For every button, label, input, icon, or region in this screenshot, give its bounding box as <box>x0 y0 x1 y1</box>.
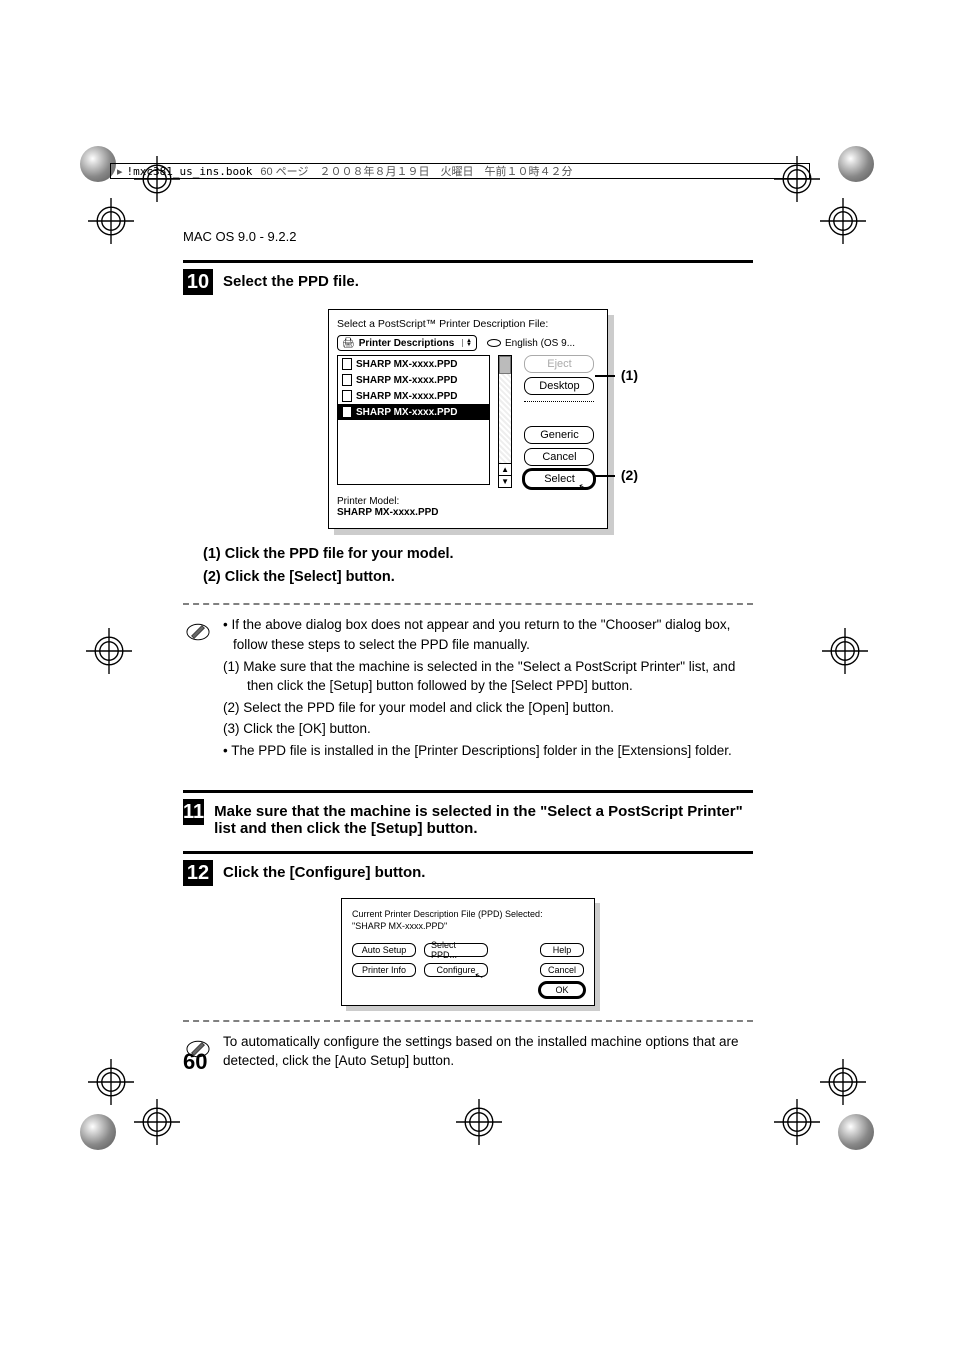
callout-2: (2) <box>621 467 638 483</box>
printer-model-value: SHARP MX-xxxx.PPD <box>337 507 439 518</box>
step-number-10: 10 <box>183 269 213 295</box>
registration-mark <box>88 198 134 244</box>
eject-button[interactable]: Eject <box>524 355 594 373</box>
note-body-2: To automatically configure the settings … <box>223 1032 753 1071</box>
header-filename: !mxc381_us_ins.book <box>127 165 253 178</box>
list-item[interactable]: SHARP MX-xxxx.PPD <box>338 388 489 404</box>
registration-mark <box>88 1059 134 1105</box>
cancel-button-2[interactable]: Cancel <box>540 963 584 977</box>
printer-model-label: Printer Model: <box>337 496 599 507</box>
page-number: 60 <box>183 1049 207 1075</box>
printer-info-button[interactable]: Printer Info <box>352 963 416 977</box>
help-button[interactable]: Help <box>540 943 584 957</box>
disk-name: English (OS 9... <box>505 338 575 349</box>
registration-mark <box>456 1099 502 1145</box>
configure-button[interactable]: Configure ↖ <box>424 963 488 977</box>
list-item-selected[interactable]: SHARP MX-xxxx.PPD <box>338 404 489 420</box>
cancel-button[interactable]: Cancel <box>524 448 594 466</box>
callout-1: (1) <box>621 367 638 383</box>
pencil-note-icon <box>185 619 211 645</box>
disk-icon <box>487 339 501 347</box>
header-meta: 60 ページ ２００８年８月１９日 火曜日 午前１０時４２分 <box>260 163 572 179</box>
document-icon <box>342 358 352 370</box>
divider <box>183 851 753 854</box>
divider-dots <box>524 401 594 402</box>
ppd-file-list[interactable]: SHARP MX-xxxx.PPD SHARP MX-xxxx.PPD SHAR… <box>337 355 490 485</box>
step-12-title: Click the [Configure] button. <box>223 860 425 881</box>
document-icon <box>342 374 352 386</box>
cursor-icon: ↖ <box>577 481 589 494</box>
corner-sphere <box>838 1114 874 1150</box>
scroll-up-icon[interactable]: ▲ <box>499 463 511 475</box>
generic-button[interactable]: Generic <box>524 426 594 444</box>
list-item[interactable]: SHARP MX-xxxx.PPD <box>338 356 489 372</box>
printer-icon: 🖨 <box>342 338 355 349</box>
ok-button[interactable]: OK <box>540 983 584 997</box>
registration-mark <box>820 1059 866 1105</box>
folder-dropdown[interactable]: 🖨 Printer Descriptions ▲▼ <box>337 335 477 351</box>
substep-2: (2) Click the [Select] button. <box>203 566 753 589</box>
page-header-bar: ▸ !mxc381_us_ins.book 60 ページ ２００８年８月１９日 … <box>110 163 810 179</box>
disk-label: English (OS 9... <box>487 335 575 351</box>
scroll-thumb[interactable] <box>499 356 511 374</box>
document-icon <box>342 390 352 402</box>
dashed-divider <box>183 1020 753 1022</box>
registration-mark <box>86 628 132 674</box>
auto-setup-button[interactable]: Auto Setup <box>352 943 416 957</box>
arrow-icon: ▸ <box>117 165 123 178</box>
corner-sphere <box>838 146 874 182</box>
step-10-title: Select the PPD file. <box>223 269 359 290</box>
configure-dialog: Current Printer Description File (PPD) S… <box>341 898 595 1005</box>
divider <box>183 790 753 793</box>
registration-mark <box>820 198 866 244</box>
substep-1: (1) Click the PPD file for your model. <box>203 543 753 566</box>
dashed-divider <box>183 603 753 605</box>
updown-icon: ▲▼ <box>462 339 472 347</box>
cursor-icon: ↖ <box>473 970 485 983</box>
registration-mark <box>774 1099 820 1145</box>
ppd-select-dialog: Select a PostScript™ Printer Description… <box>328 309 608 529</box>
document-icon <box>342 406 352 418</box>
list-scrollbar[interactable]: ▲ ▼ <box>498 355 512 488</box>
step-number-11: 11 <box>183 799 204 825</box>
scroll-down-icon[interactable]: ▼ <box>499 475 511 487</box>
callout-line <box>595 375 615 377</box>
select-button[interactable]: Select ↖ <box>524 470 594 488</box>
list-item[interactable]: SHARP MX-xxxx.PPD <box>338 372 489 388</box>
dialog-prompt: Select a PostScript™ Printer Description… <box>337 318 599 330</box>
divider <box>183 260 753 263</box>
registration-mark <box>134 1099 180 1145</box>
select-ppd-button[interactable]: Select PPD... <box>424 943 488 957</box>
section-title: MAC OS 9.0 - 9.2.2 <box>183 229 296 244</box>
dropdown-label: Printer Descriptions <box>359 338 455 349</box>
dialog2-line2: "SHARP MX-xxxx.PPD" <box>352 921 584 933</box>
note-body: • If the above dialog box does not appea… <box>223 615 753 762</box>
dialog2-line1: Current Printer Description File (PPD) S… <box>352 909 584 921</box>
registration-mark <box>822 628 868 674</box>
desktop-button[interactable]: Desktop <box>524 377 594 395</box>
corner-sphere <box>80 1114 116 1150</box>
step-number-12: 12 <box>183 860 213 886</box>
step-11-title: Make sure that the machine is selected i… <box>214 799 753 837</box>
callout-line <box>595 475 615 477</box>
